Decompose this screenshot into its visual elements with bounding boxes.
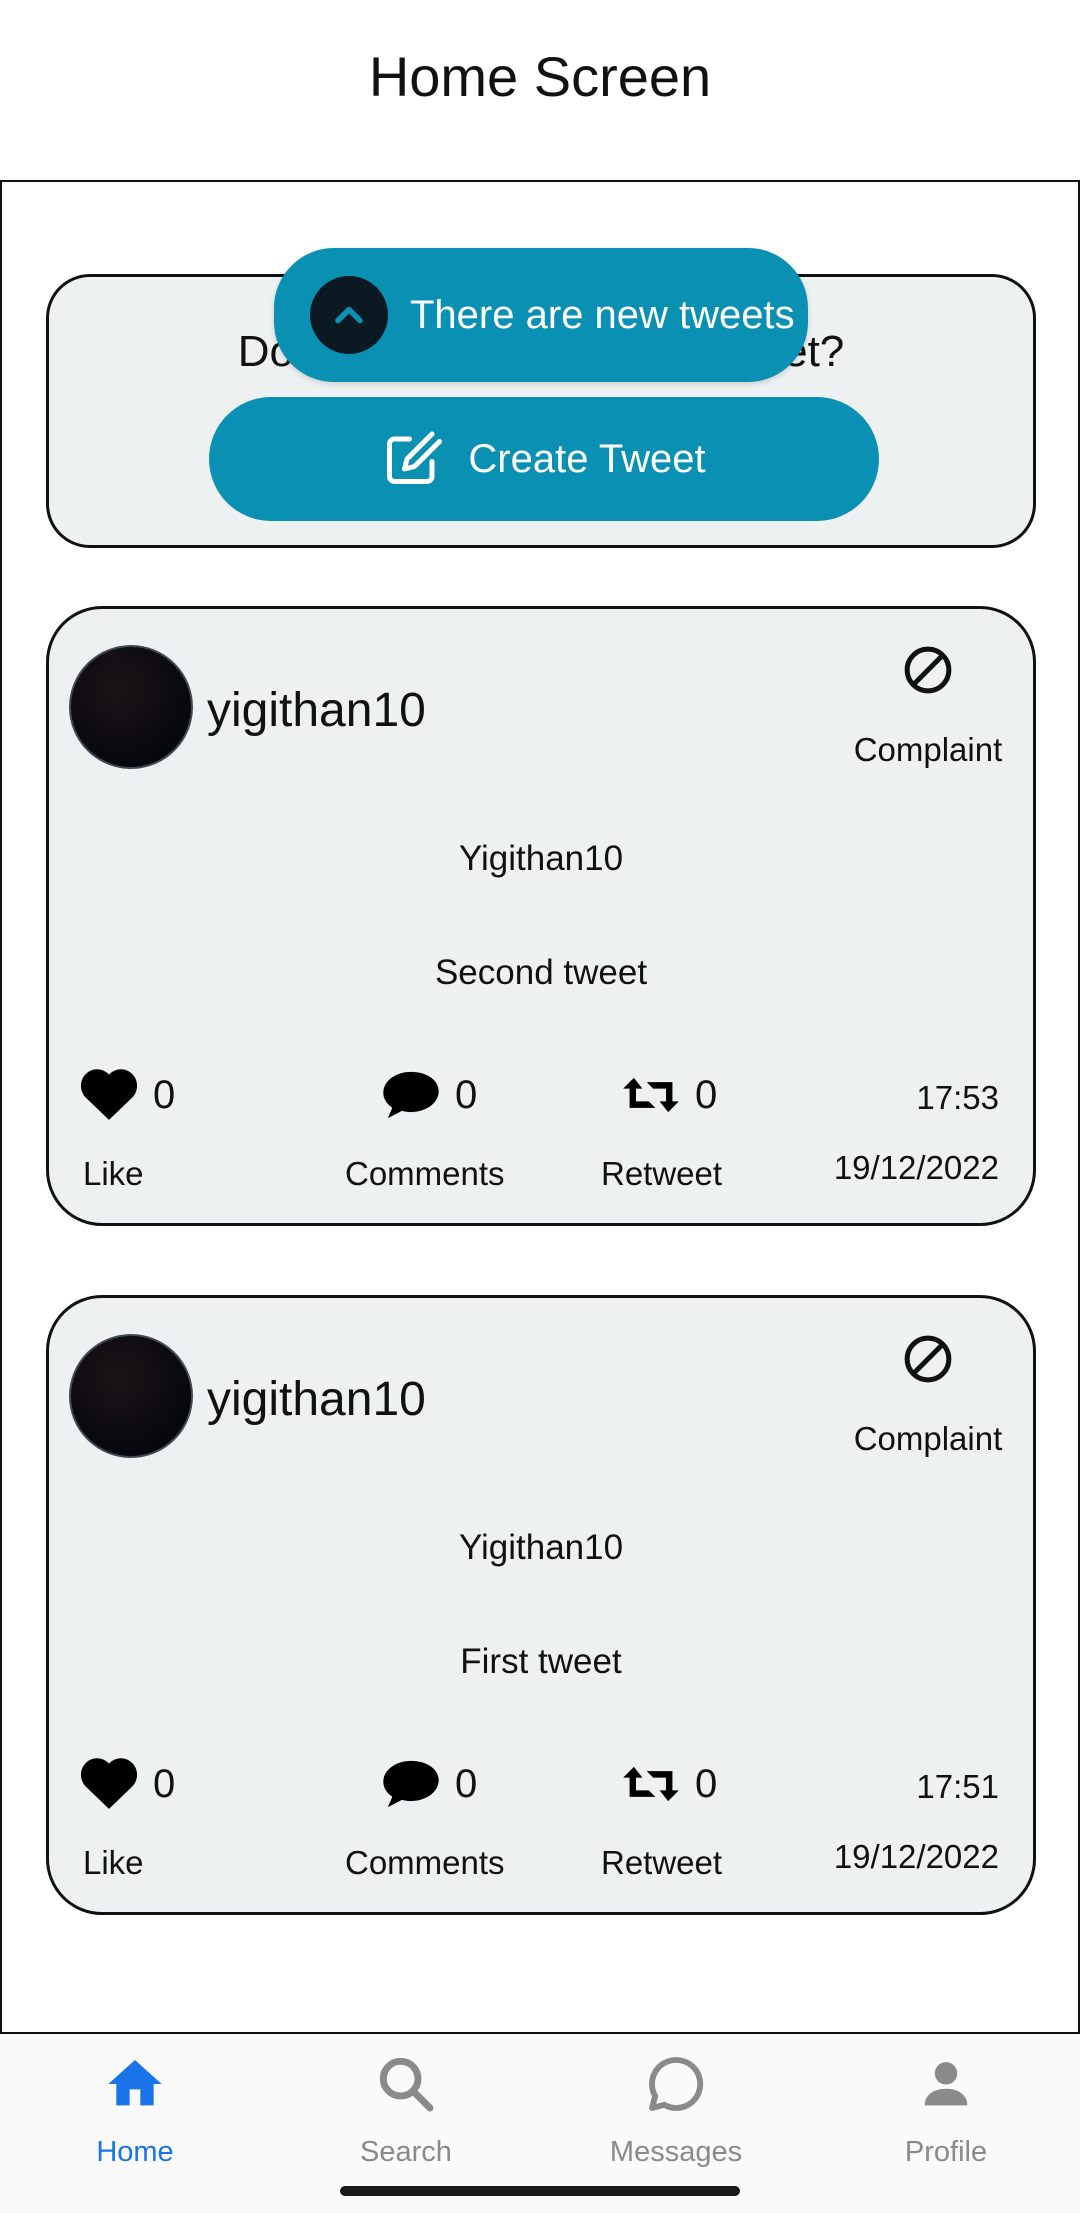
retweet-button[interactable]: 0	[621, 1758, 717, 1810]
comments-button[interactable]: 0	[381, 1069, 477, 1121]
like-count: 0	[153, 1761, 176, 1806]
message-icon	[649, 2057, 704, 2111]
retweet-icon	[623, 1077, 679, 1113]
heart-icon	[80, 1758, 138, 1809]
like-label: Like	[83, 1844, 144, 1881]
avatar[interactable]	[69, 645, 193, 769]
comment-icon	[383, 1760, 439, 1808]
new-tweets-label: There are new tweets	[410, 292, 795, 337]
feed-container[interactable]: Do you want to create a tweet? Create Tw…	[0, 180, 1080, 2034]
nav-label-search: Search	[360, 2136, 452, 2168]
tweet-card: yigithan10 Complaint Yigithan10 First tw…	[46, 1295, 1036, 1915]
nav-item-home[interactable]: Home	[35, 2052, 235, 2169]
tweet-author-name: Yigithan10	[458, 839, 624, 878]
block-icon[interactable]	[903, 1334, 953, 1384]
like-label: Like	[83, 1155, 144, 1192]
retweet-label: Retweet	[601, 1844, 723, 1881]
like-count: 0	[153, 1072, 176, 1117]
comment-icon	[383, 1071, 439, 1119]
comments-label: Comments	[345, 1155, 505, 1192]
retweet-button[interactable]: 0	[621, 1069, 717, 1121]
tweet-date: 19/12/2022	[833, 1149, 999, 1186]
header: Home Screen	[0, 0, 1080, 180]
tweet-username[interactable]: yigithan10	[207, 1372, 426, 1427]
retweet-count: 0	[695, 1761, 718, 1806]
tweet-author-name: Yigithan10	[458, 1528, 624, 1567]
nav-item-profile[interactable]: Profile	[846, 2052, 1046, 2169]
comment-count: 0	[455, 1072, 478, 1117]
block-icon[interactable]	[903, 645, 953, 695]
like-button[interactable]: 0	[79, 1758, 175, 1810]
comment-count: 0	[455, 1761, 478, 1806]
complaint-label[interactable]: Complaint	[853, 1420, 1003, 1458]
tweet-date: 19/12/2022	[833, 1838, 999, 1875]
tweet-card: yigithan10 Complaint Yigithan10 Second t…	[46, 606, 1036, 1226]
person-icon	[924, 2062, 968, 2106]
avatar[interactable]	[69, 1334, 193, 1458]
comments-label: Comments	[345, 1844, 505, 1881]
comments-button[interactable]: 0	[381, 1758, 477, 1810]
tweet-username[interactable]: yigithan10	[207, 683, 426, 738]
complaint-label[interactable]: Complaint	[853, 731, 1003, 769]
tweet-text: Second tweet	[434, 953, 648, 992]
like-button[interactable]: 0	[79, 1069, 175, 1121]
search-icon	[379, 2057, 434, 2112]
tweet-time: 17:51	[916, 1768, 999, 1805]
create-tweet-button[interactable]: Create Tweet	[209, 397, 879, 521]
chevron-up-icon	[335, 306, 363, 324]
tweet-text: First tweet	[460, 1642, 622, 1681]
retweet-label: Retweet	[601, 1155, 723, 1192]
edit-icon	[387, 431, 443, 484]
new-tweets-banner[interactable]: There are new tweets	[274, 248, 808, 382]
scroll-up-button[interactable]	[310, 276, 388, 354]
home-icon	[108, 2060, 162, 2106]
create-tweet-label: Create Tweet	[468, 436, 706, 481]
tweet-time: 17:53	[916, 1079, 999, 1116]
nav-label-messages: Messages	[609, 2136, 743, 2168]
heart-icon	[80, 1069, 138, 1120]
page-title: Home Screen	[368, 45, 712, 108]
nav-label-profile: Profile	[904, 2136, 988, 2168]
nav-item-search[interactable]: Search	[306, 2052, 506, 2169]
nav-item-messages[interactable]: Messages	[576, 2052, 776, 2169]
retweet-count: 0	[695, 1072, 718, 1117]
gesture-bar	[340, 2186, 740, 2196]
nav-label-home: Home	[96, 2136, 174, 2168]
retweet-icon	[623, 1766, 679, 1802]
